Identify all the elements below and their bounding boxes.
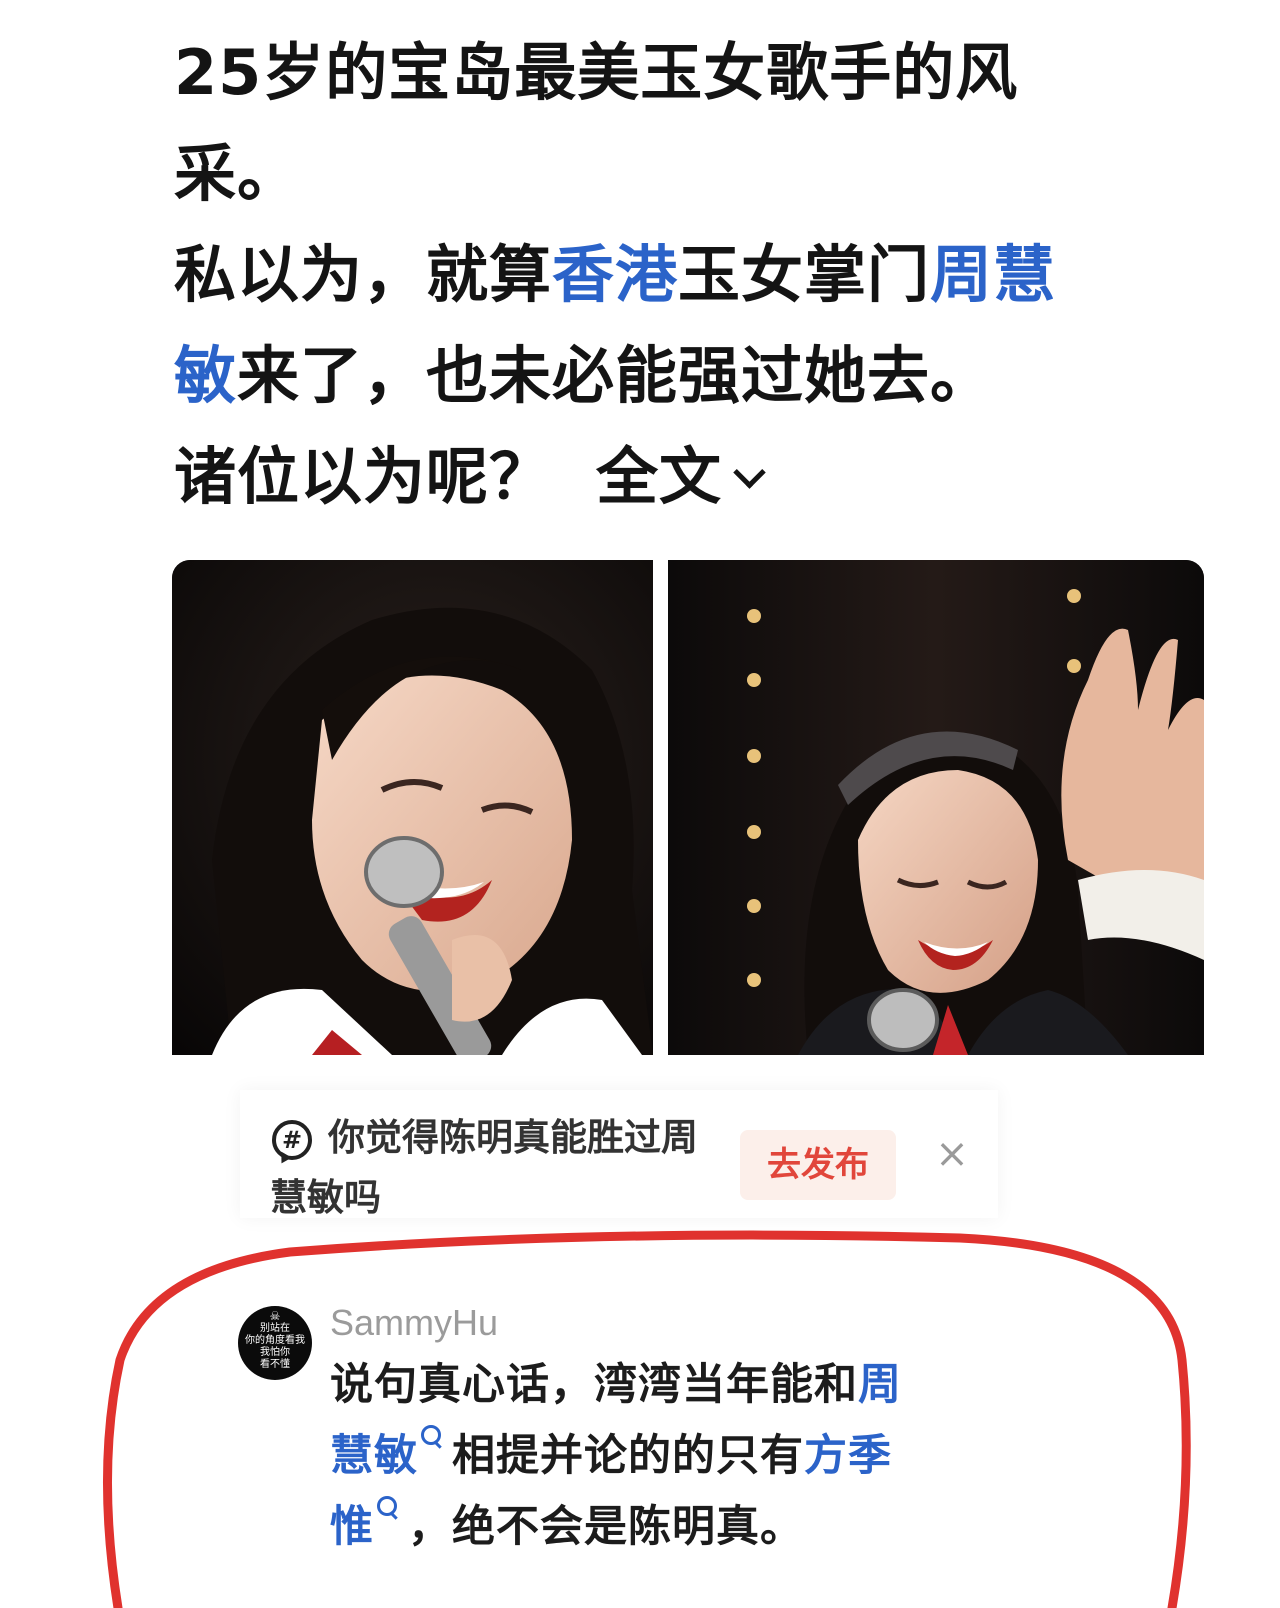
post-text-segment: 玉女掌门 [678, 238, 931, 311]
topic-link-hongkong[interactable]: 香港 [552, 238, 678, 311]
comment-text: 说句真心话，湾湾当年能和周 慧敏 相提并论的的只有方季 惟 ，绝不会是陈明真。 [330, 1350, 1010, 1563]
comment-text-segment: 相提并论的的只有 [452, 1431, 804, 1481]
comment-text-segment: ，绝不会是陈明真。 [408, 1502, 804, 1552]
post-line-4: 敏来了，也未必能强过她去。 [174, 325, 1174, 426]
post-body: 25岁的宝岛最美玉女歌手的风 采。 私以为，就算香港玉女掌门周慧 敏来了，也未必… [174, 22, 1174, 527]
skull-icon: ☠ [269, 1309, 281, 1323]
comment-line-1: 说句真心话，湾湾当年能和周 [330, 1350, 1010, 1421]
topic-prompt-card: # 你觉得陈明真能胜过周慧敏吗 去发布 × [240, 1090, 998, 1219]
post-line-2: 采。 [174, 137, 301, 210]
photo-singing-woman [172, 560, 653, 1055]
photo-singer-1[interactable] [172, 560, 653, 1055]
expand-full-text-button[interactable]: 全文 [596, 440, 766, 513]
post-text-segment: 私以为，就算 [174, 238, 553, 311]
search-icon[interactable] [376, 1492, 398, 1520]
chevron-down-icon [733, 456, 766, 489]
search-link-vivian-chow[interactable]: 周 [858, 1360, 902, 1410]
avatar-text-line: 我怕你 [260, 1347, 290, 1358]
avatar-text-line: 看不懂 [260, 1359, 290, 1370]
post-line-5: 诸位以为呢？ 全文 [174, 426, 1174, 527]
comment-text-segment: 说句真心话，湾湾当年能和 [330, 1360, 858, 1410]
post-line-1: 25岁的宝岛最美玉女歌手的风 [174, 36, 1019, 109]
avatar-text-line: 你的角度看我 [245, 1335, 305, 1346]
avatar[interactable]: ☠ 别站在 你的角度看我 我怕你 看不懂 [238, 1306, 312, 1380]
topic-link-vivian-chow[interactable]: 周慧 [930, 238, 1056, 311]
avatar-text-line: 别站在 [260, 1323, 290, 1334]
publish-button[interactable]: 去发布 [740, 1130, 896, 1200]
post-line-3: 私以为，就算香港玉女掌门周慧 [174, 224, 1174, 325]
expand-label: 全文 [596, 440, 723, 513]
photo-smiling-woman [668, 560, 1204, 1055]
search-link-vivian-chow-cont[interactable]: 慧敏 [330, 1431, 418, 1481]
close-icon[interactable]: × [930, 1132, 974, 1176]
topic-link-vivian-chow-cont[interactable]: 敏 [174, 339, 237, 412]
post-text: 25岁的宝岛最美玉女歌手的风 采。 私以为，就算香港玉女掌门周慧 敏来了，也未必… [174, 22, 1174, 527]
comment-line-3: 惟 ，绝不会是陈明真。 [330, 1492, 1010, 1563]
search-link-fang-jiwei-cont[interactable]: 惟 [330, 1502, 374, 1552]
comment-username[interactable]: SammyHu [330, 1300, 498, 1346]
photo-singer-2[interactable] [668, 560, 1204, 1055]
comment-line-2: 慧敏 相提并论的的只有方季 [330, 1421, 1010, 1492]
post-text-segment: 诸位以为呢？ [174, 440, 553, 513]
search-link-fang-jiwei[interactable]: 方季 [804, 1431, 892, 1481]
search-icon[interactable] [420, 1421, 442, 1449]
topic-question[interactable]: 你觉得陈明真能胜过周慧敏吗 [270, 1108, 700, 1228]
post-text-segment: 来了，也未必能强过她去。 [237, 339, 994, 412]
